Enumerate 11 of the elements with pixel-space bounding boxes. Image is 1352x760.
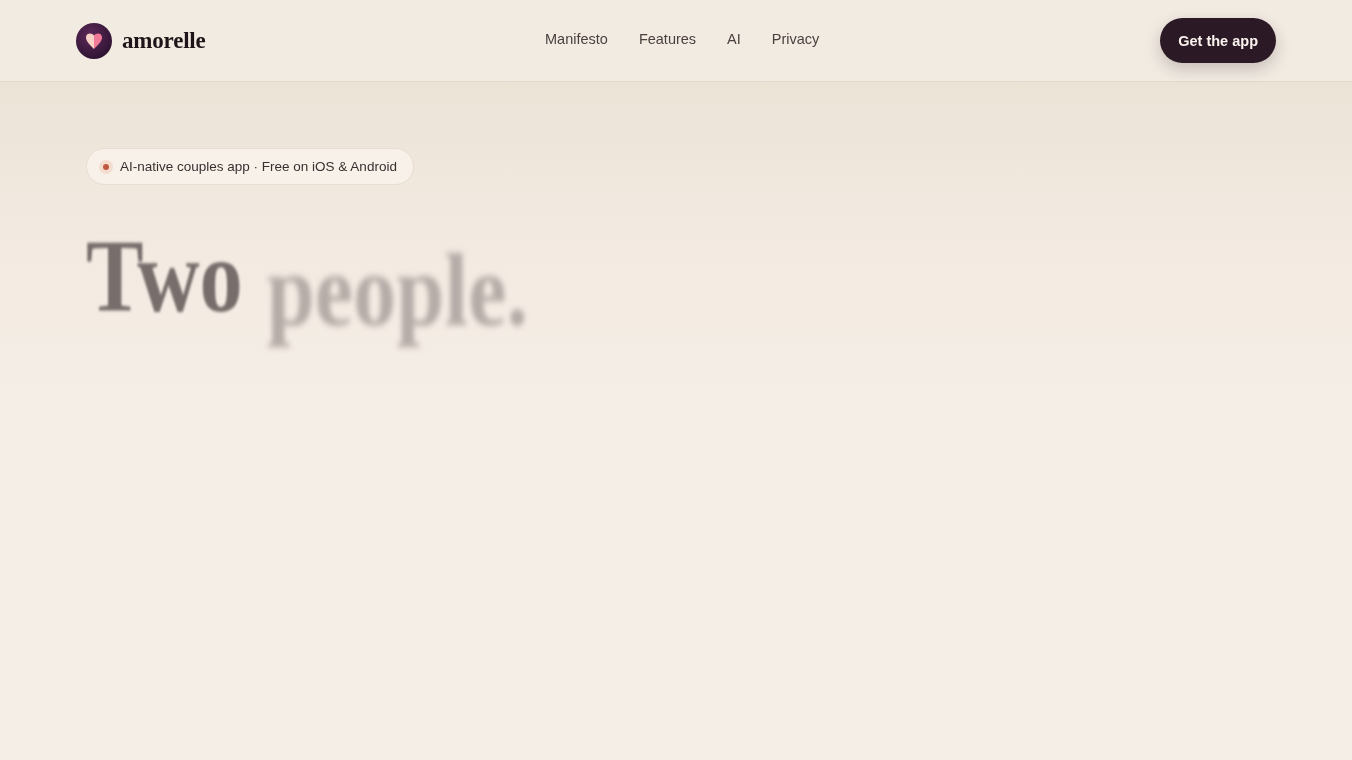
get-app-button[interactable]: Get the app bbox=[1160, 18, 1276, 63]
nav-link[interactable]: Privacy bbox=[771, 31, 820, 47]
nav-link[interactable]: Manifesto bbox=[545, 31, 608, 47]
dot-icon bbox=[99, 159, 113, 174]
announcement-text: AI-native couples app · Free on iOS & Android bbox=[120, 159, 397, 174]
brand-wordmark: amorelle bbox=[122, 27, 206, 54]
heart-logo-icon bbox=[76, 22, 112, 59]
nav-link[interactable]: AI bbox=[727, 31, 741, 47]
headline-word: Two bbox=[85, 218, 244, 335]
headline-word: people. bbox=[265, 232, 530, 349]
nav-link[interactable]: Features bbox=[638, 31, 697, 47]
